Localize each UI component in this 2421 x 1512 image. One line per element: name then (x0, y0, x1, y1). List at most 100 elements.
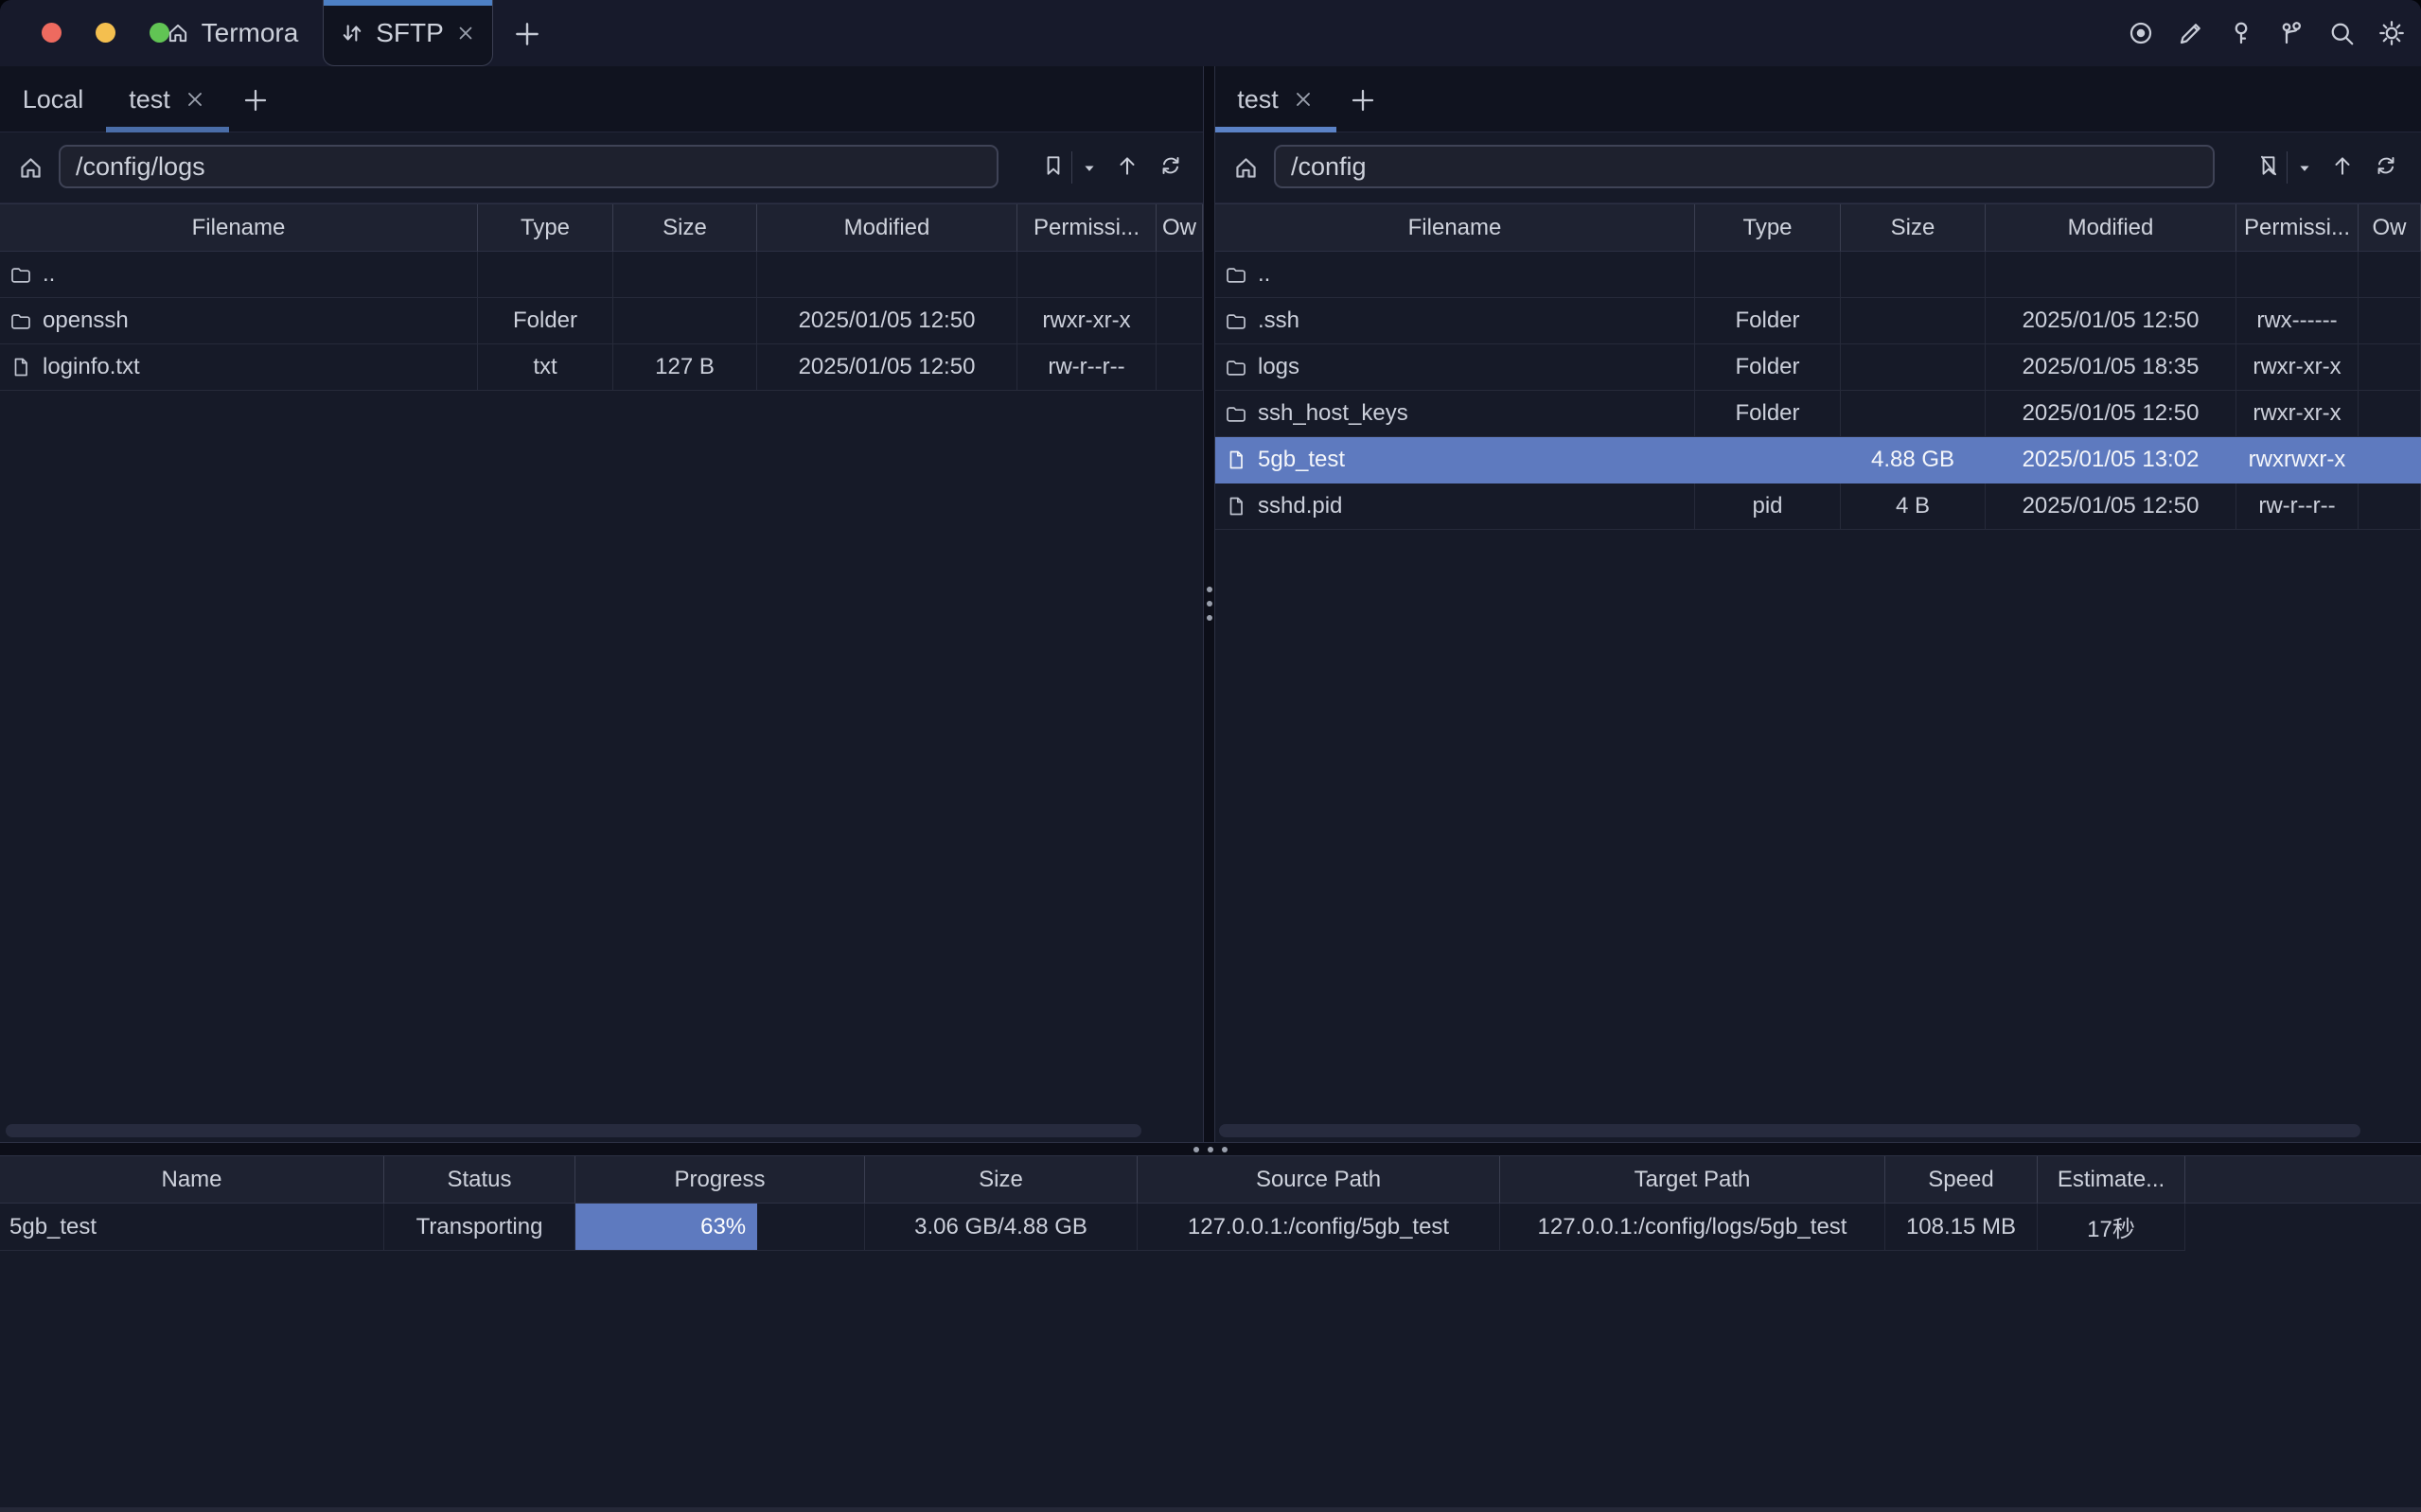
new-tab-button[interactable] (507, 14, 547, 54)
transfer-size-cell: 3.06 GB/4.88 GB (865, 1204, 1138, 1251)
filename-cell: 5gb_test (1258, 447, 1345, 473)
splitter-grip-dots (1193, 1147, 1228, 1152)
titlebar-actions (2127, 0, 2406, 66)
record-icon[interactable] (2127, 19, 2155, 47)
progress-bar-fill: 63% (575, 1204, 757, 1250)
file-type-icon (1225, 448, 1247, 471)
bookmark-icon[interactable] (1041, 153, 1066, 178)
settings-gear-icon[interactable] (2377, 19, 2406, 47)
transfer-panel-splitter[interactable] (0, 1142, 2421, 1156)
app-window: Termora SFTP Local (0, 0, 2421, 1512)
toolbar-divider (1071, 151, 1072, 184)
column-header-size[interactable]: Size (865, 1156, 1138, 1204)
left-table-body: .. (0, 252, 1203, 391)
close-tab-icon[interactable] (1292, 88, 1315, 111)
home-directory-icon[interactable] (17, 154, 44, 182)
column-header-filename[interactable]: Filename (0, 204, 478, 252)
column-header-name[interactable]: Name (0, 1156, 384, 1204)
refresh-icon[interactable] (2374, 153, 2398, 178)
file-row[interactable]: logs Folder 2025/01/05 18:35 rwxr-xr-x (1215, 344, 2421, 391)
column-header-permissions[interactable]: Permissi... (2236, 204, 2359, 252)
owner-cell (2359, 437, 2421, 483)
file-row[interactable]: 5gb_test 4.88 GB 2025/01/05 13:02 rwxrwx… (1215, 437, 2421, 483)
transfer-name-cell: 5gb_test (0, 1204, 384, 1251)
right-horizontal-scrollbar[interactable] (1219, 1124, 2360, 1137)
close-tab-icon[interactable] (455, 23, 476, 44)
column-header-owner[interactable]: Ow (2359, 204, 2421, 252)
transfer-row[interactable]: 5gb_test Transporting 63% 3.06 GB/4.88 G… (0, 1204, 2421, 1251)
column-header-estimate[interactable]: Estimate... (2038, 1156, 2185, 1204)
edit-icon[interactable] (2177, 19, 2205, 47)
column-header-type[interactable]: Type (478, 204, 613, 252)
transfer-estimate-cell: 17秒 (2038, 1204, 2185, 1251)
type-cell: Folder (1695, 298, 1841, 344)
type-cell: pid (1695, 483, 1841, 530)
column-header-size[interactable]: Size (1841, 204, 1986, 252)
bookmark-slash-icon[interactable] (2256, 153, 2281, 178)
tab-local[interactable]: Local (0, 66, 106, 132)
column-header-progress[interactable]: Progress (575, 1156, 865, 1204)
left-horizontal-scrollbar[interactable] (6, 1124, 1141, 1137)
column-header-filename[interactable]: Filename (1215, 204, 1695, 252)
parent-directory-icon[interactable] (1115, 153, 1140, 178)
type-cell (1695, 252, 1841, 298)
transfer-source-cell: 127.0.0.1:/config/5gb_test (1138, 1204, 1500, 1251)
size-cell (1841, 298, 1986, 344)
home-directory-icon[interactable] (1232, 154, 1260, 182)
file-row[interactable]: .. (0, 252, 1203, 298)
column-header-type[interactable]: Type (1695, 204, 1841, 252)
close-window-button[interactable] (42, 23, 62, 43)
column-header-permissions[interactable]: Permissi... (1017, 204, 1157, 252)
tab-test-label: test (1237, 85, 1279, 114)
column-header-target-path[interactable]: Target Path (1500, 1156, 1885, 1204)
tab-sftp[interactable]: SFTP (323, 0, 493, 66)
chevron-down-icon[interactable] (2295, 159, 2314, 178)
modified-cell: 2025/01/05 12:50 (757, 344, 1017, 391)
minimize-window-button[interactable] (96, 23, 115, 43)
refresh-icon[interactable] (1158, 153, 1183, 178)
file-row[interactable]: openssh Folder 2025/01/05 12:50 rwxr-xr-… (0, 298, 1203, 344)
parent-directory-icon[interactable] (2330, 153, 2355, 178)
right-path-input[interactable] (1274, 145, 2215, 188)
new-session-tab-button[interactable] (1344, 81, 1382, 119)
close-tab-icon[interactable] (184, 88, 206, 111)
file-type-icon (1225, 263, 1247, 286)
column-header-modified[interactable]: Modified (1986, 204, 2236, 252)
new-session-tab-button[interactable] (237, 81, 274, 119)
chevron-down-icon[interactable] (1080, 159, 1099, 178)
column-header-owner[interactable]: Ow (1157, 204, 1203, 252)
tab-termora[interactable]: Termora (142, 0, 322, 66)
pane-splitter-vertical[interactable] (1203, 66, 1215, 1142)
left-table-header: Filename Type Size Modified Permissi... … (0, 203, 1203, 252)
file-type-icon (9, 263, 32, 286)
permissions-cell: rwxr-xr-x (2236, 344, 2359, 391)
tab-test-left[interactable]: test (106, 66, 229, 132)
filename-cell: logs (1258, 354, 1299, 380)
file-type-icon (1225, 495, 1247, 518)
tab-test-right[interactable]: test (1215, 66, 1336, 132)
transfer-arrows-icon (340, 21, 364, 45)
column-header-speed[interactable]: Speed (1885, 1156, 2038, 1204)
left-pane-tabs: Local test (0, 66, 1203, 132)
key-icon[interactable] (2227, 19, 2255, 47)
filename-cell: sshd.pid (1258, 493, 1342, 519)
column-header-size[interactable]: Size (613, 204, 757, 252)
permissions-cell: rw-r--r-- (1017, 344, 1157, 391)
left-path-input[interactable] (59, 145, 998, 188)
column-header-source-path[interactable]: Source Path (1138, 1156, 1500, 1204)
permissions-cell: rwxrwxr-x (2236, 437, 2359, 483)
search-icon[interactable] (2327, 19, 2356, 47)
owner-cell (2359, 252, 2421, 298)
file-row[interactable]: ssh_host_keys Folder 2025/01/05 12:50 rw… (1215, 391, 2421, 437)
file-row[interactable]: sshd.pid pid 4 B 2025/01/05 12:50 rw-r--… (1215, 483, 2421, 530)
branch-icon[interactable] (2277, 19, 2306, 47)
file-row[interactable]: .. (1215, 252, 2421, 298)
file-row[interactable]: .ssh Folder 2025/01/05 12:50 rwx------ (1215, 298, 2421, 344)
filename-cell: loginfo.txt (43, 354, 140, 380)
column-header-status[interactable]: Status (384, 1156, 575, 1204)
permissions-cell (2236, 252, 2359, 298)
permissions-cell (1017, 252, 1157, 298)
file-row[interactable]: loginfo.txt txt 127 B 2025/01/05 12:50 r… (0, 344, 1203, 391)
column-header-modified[interactable]: Modified (757, 204, 1017, 252)
toolbar-divider (2287, 151, 2288, 184)
